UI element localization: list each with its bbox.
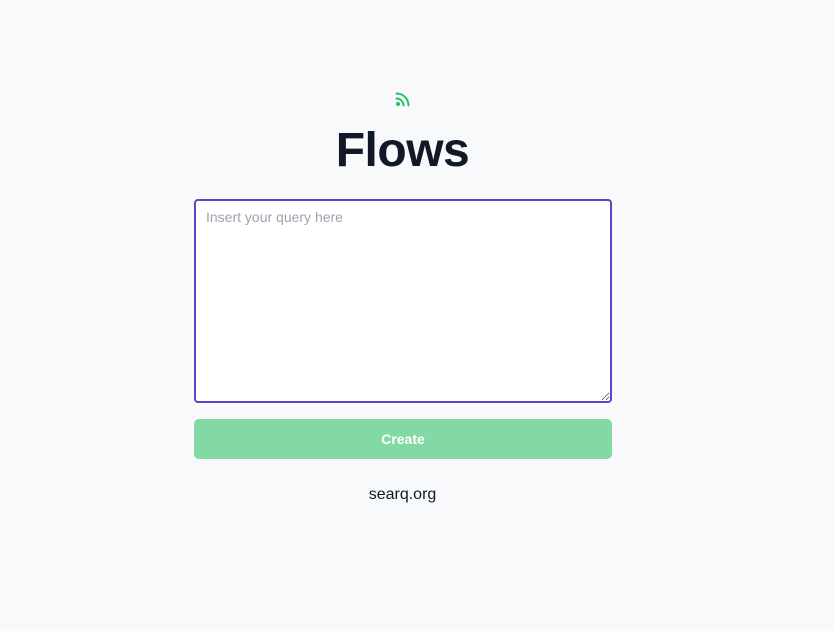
page-title: Flows [335, 124, 470, 177]
create-button[interactable]: Create [194, 419, 612, 459]
page: Flows Create searq.org [0, 0, 835, 631]
query-input[interactable] [194, 199, 612, 403]
footer-link[interactable]: searq.org [0, 486, 805, 504]
rss-icon [395, 91, 411, 107]
